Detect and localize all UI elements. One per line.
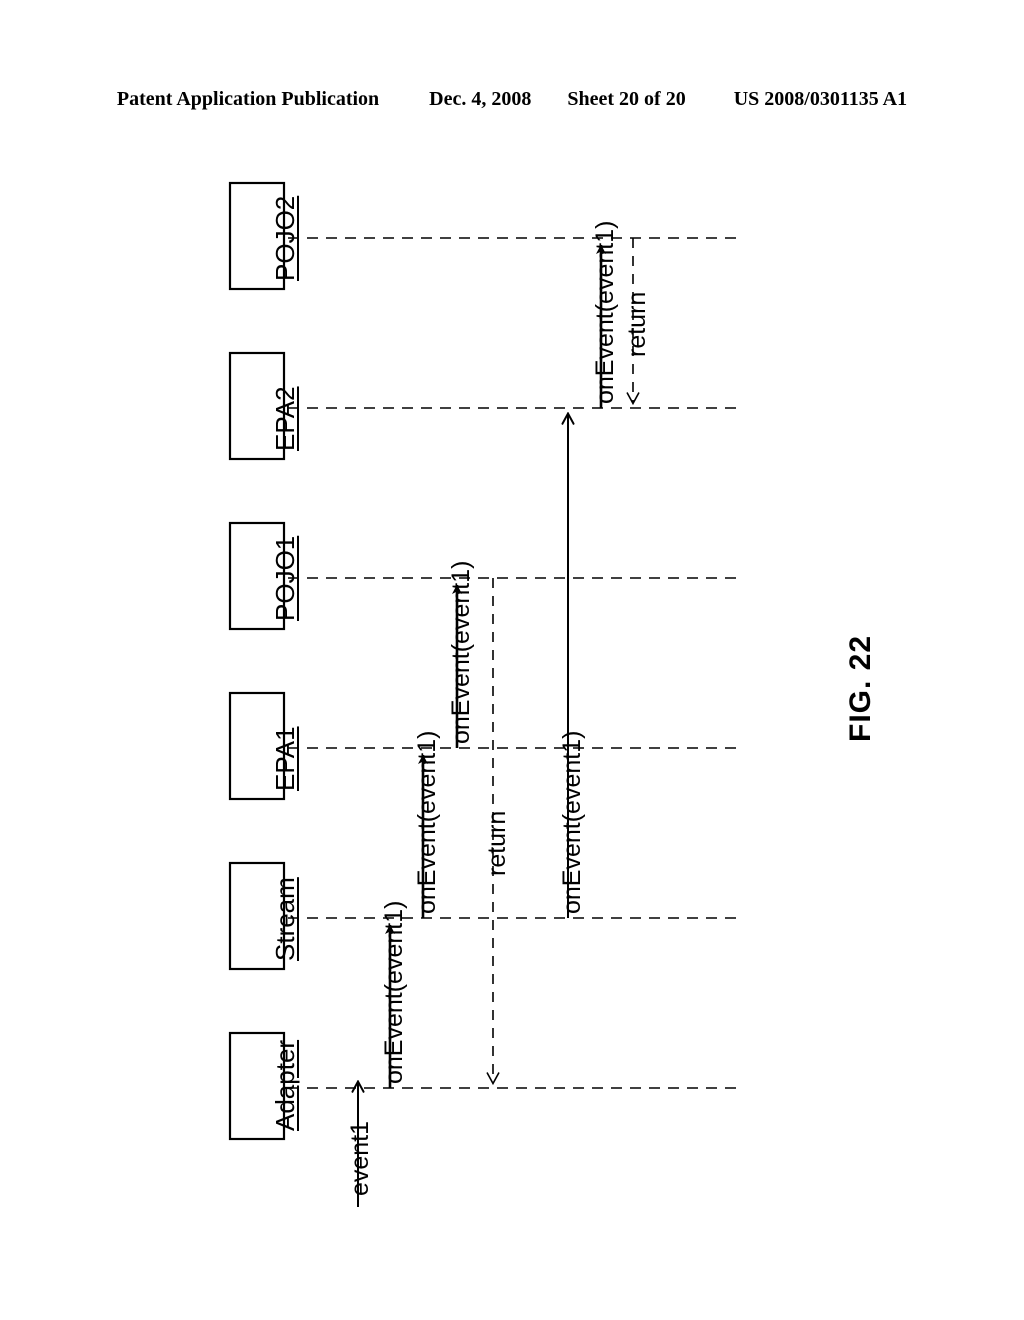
message-label-return-pojo1-to-adapter: return	[483, 810, 511, 876]
participant-label-pojo1: POJO1	[270, 535, 300, 621]
participant-label-stream: Stream	[270, 877, 300, 961]
participant-label-epa2: EPA2	[270, 386, 300, 451]
participant-label-pojo2: POJO2	[270, 195, 300, 281]
message-label-return-pojo2-to-epa2: return	[623, 291, 651, 357]
patent-figure-page: Patent Application Publication Dec. 4, 2…	[0, 0, 1024, 1320]
message-label-epa1-to-pojo1: onEvent(event1)	[447, 560, 475, 744]
participant-label-epa1: EPA1	[270, 726, 300, 791]
message-label-stream-to-epa1: onEvent(event1)	[413, 730, 441, 914]
message-label-event1: event1	[346, 1120, 374, 1196]
message-label-epa2-to-pojo2: onEvent(event1)	[591, 220, 619, 404]
figure-caption: FIG. 22	[844, 634, 877, 742]
message-label-stream-to-epa2: onEvent(event1)	[558, 730, 586, 914]
participant-label-adapter: Adapter	[270, 1039, 300, 1131]
message-label-adapter-to-stream: onEvent(event1)	[380, 900, 408, 1084]
